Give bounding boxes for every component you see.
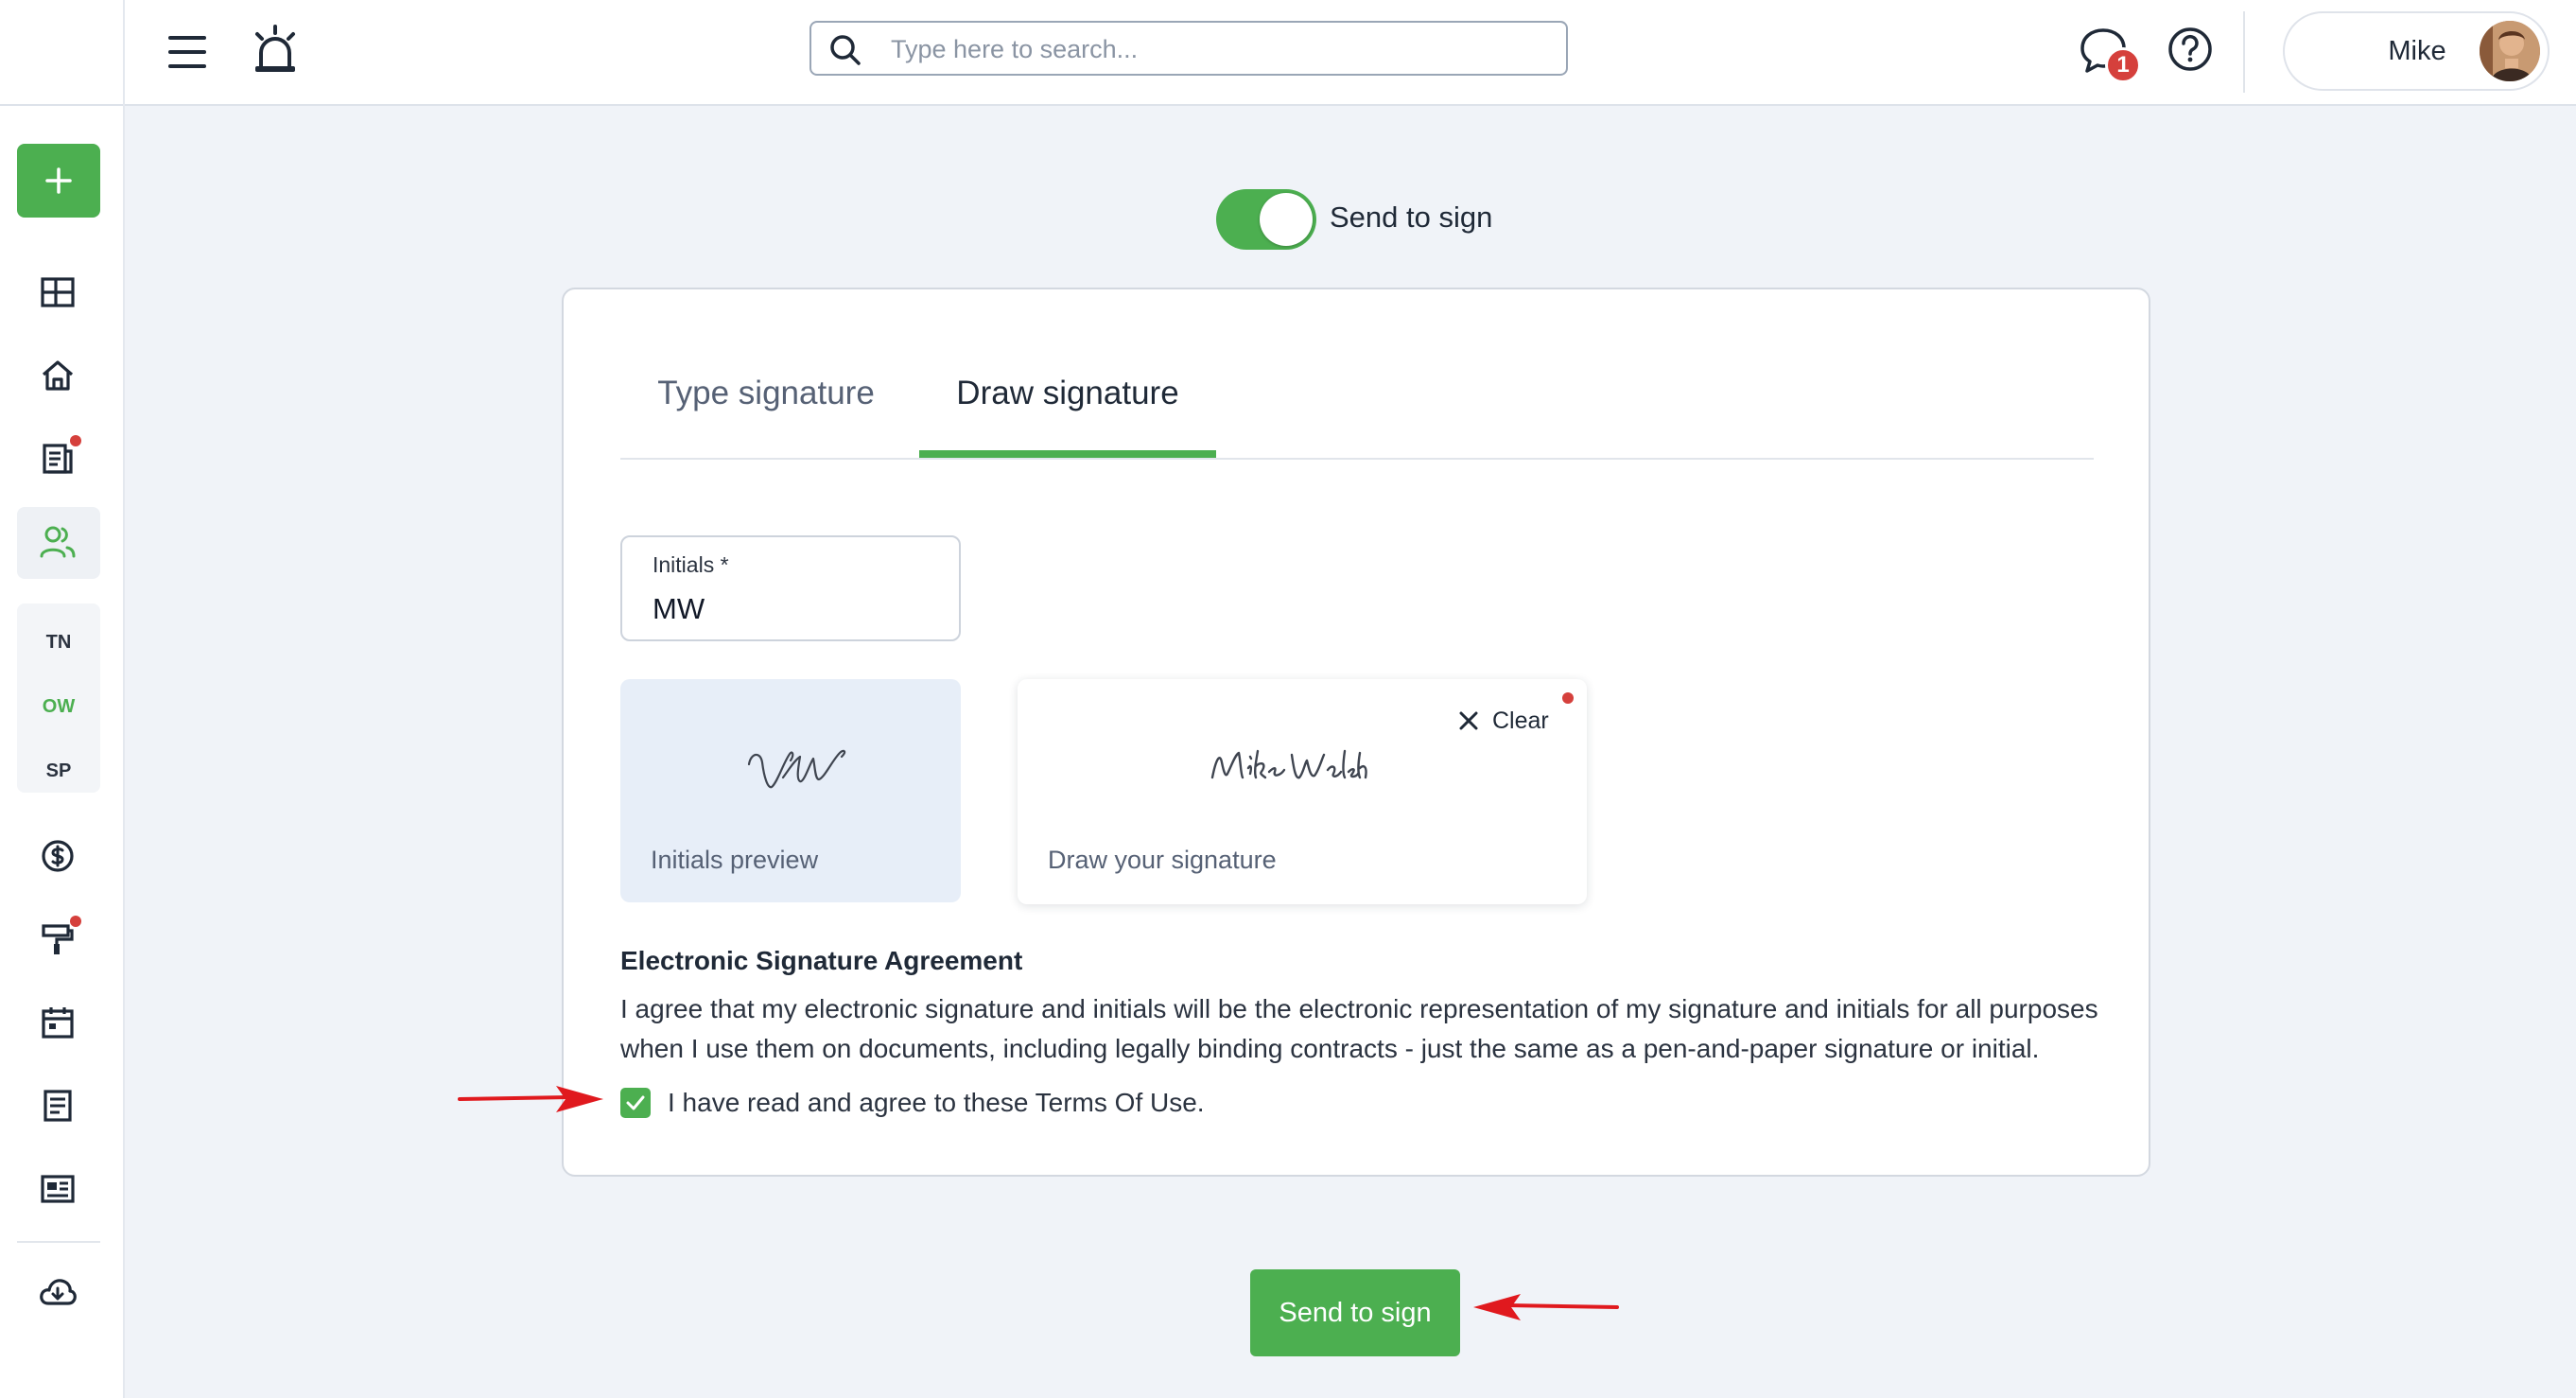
agreement-checkbox-row: I have read and agree to these Terms Of … [620,1086,1205,1120]
drawn-signature-image [1210,749,1367,779]
terms-checkbox-label[interactable]: I have read and agree to these Terms Of … [668,1088,1205,1118]
home-icon[interactable] [32,350,83,401]
add-button[interactable] [17,144,100,218]
initials-preview-caption: Initials preview [651,846,819,874]
search-bar[interactable] [809,21,1568,76]
notification-badge: 1 [2105,47,2141,83]
cloud-download-icon[interactable] [32,1267,83,1319]
user-name: Mike [2388,36,2446,66]
toggle-knob [1260,193,1313,246]
notes-icon[interactable] [32,1080,83,1131]
user-menu[interactable]: Mike [2283,11,2550,91]
annotation-arrow-send-button [1473,1294,1619,1320]
draw-alert-dot [1562,692,1574,704]
dashboard-icon[interactable] [32,267,83,318]
send-to-sign-toggle[interactable] [1216,189,1316,250]
sidebar: TN OW SP [0,106,125,1398]
send-to-sign-button[interactable]: Send to sign [1250,1269,1460,1356]
hamburger-menu-icon[interactable] [163,26,214,78]
paint-alert-dot [70,916,81,927]
documents-icon[interactable] [32,433,83,484]
sidebar-divider [17,1241,100,1243]
header-divider [2243,11,2245,93]
active-tab-indicator [919,450,1216,458]
avatar [2480,21,2540,81]
toggle-label: Send to sign [1330,201,1493,234]
clear-label: Clear [1492,707,1549,734]
brand-area [0,0,125,106]
calendar-icon[interactable] [32,997,83,1048]
newspaper-icon[interactable] [32,1163,83,1215]
top-bar: 1 Mike [0,0,2576,106]
tab-draw-signature[interactable]: Draw signature [919,375,1216,460]
dollar-icon[interactable] [32,830,83,882]
submenu-item-sp[interactable]: SP [17,760,100,782]
search-input[interactable] [889,28,1545,70]
signature-card: Type signature Draw signature Initials *… [562,288,2150,1177]
alarm-siren-icon[interactable] [250,23,301,78]
agreement-title: Electronic Signature Agreement [620,946,1023,975]
paint-roller-icon[interactable] [32,914,83,965]
submenu-item-ow[interactable]: OW [17,696,100,718]
close-icon [1458,710,1479,731]
terms-checkbox[interactable] [620,1088,651,1118]
initials-input[interactable] [651,588,938,630]
initials-preview: Initials preview [620,679,961,902]
initials-field[interactable]: Initials * [620,535,961,641]
help-icon[interactable] [2166,25,2215,74]
tabs-divider [620,458,2094,460]
plus-icon [44,166,74,196]
agreement-text: I agree that my electronic signature and… [620,994,2098,1063]
search-icon [828,33,862,67]
clear-button[interactable]: Clear [1458,702,1549,740]
draw-signature-pad[interactable]: Clear Draw your signature [1018,679,1587,904]
submenu-item-tn[interactable]: TN [17,632,100,654]
documents-alert-dot [70,435,81,446]
contacts-icon[interactable] [32,516,83,568]
tab-type-signature[interactable]: Type signature [654,375,878,460]
initials-field-label: Initials * [653,552,729,577]
checkmark-icon [626,1095,645,1110]
initials-signature-image [747,749,846,789]
contacts-submenu: TN OW SP [17,603,100,793]
draw-signature-caption: Draw your signature [1048,846,1277,874]
annotation-arrow-checkbox [458,1086,603,1112]
